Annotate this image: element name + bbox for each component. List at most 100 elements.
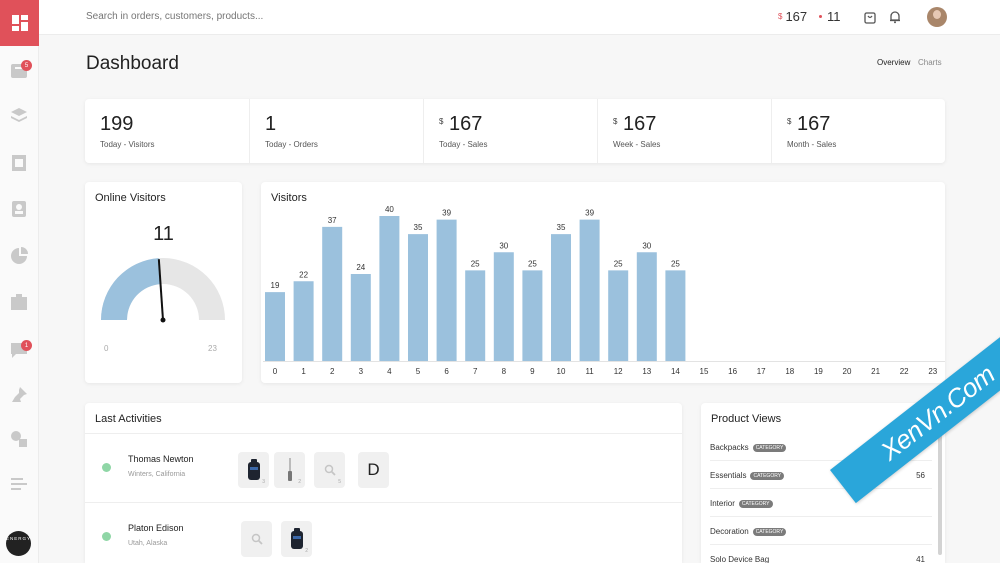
stat-currency: $: [787, 117, 792, 126]
category-badge: CATEGORY: [752, 528, 787, 536]
activity-row[interactable]: Thomas Newton Winters, California 3 2 5 …: [85, 434, 682, 503]
list-item[interactable]: Decoration CATEGORY: [710, 517, 932, 545]
bar-value-label: 24: [356, 263, 365, 272]
visitors-chart: 19 0 22 1 37 2 24 3 40 4 35 5 39 6 25 7 30 8 25 9 35 10 39 11 25…: [263, 205, 945, 376]
extensions-icon[interactable]: [10, 430, 28, 448]
brand-avatar[interactable]: ENERGY: [6, 531, 31, 556]
orders-dot-icon: [819, 15, 822, 18]
catalog-icon[interactable]: [10, 154, 28, 172]
visitors-card: Visitors 19 0 22 1 37 2 24 3 40 4 35 5 39 6 25 7 30 8 25 9 3…: [261, 182, 945, 383]
search-thumbnail[interactable]: [241, 521, 272, 557]
x-tick-label: 3: [359, 367, 364, 376]
online-visitors-card: Online Visitors 11 0 23: [85, 182, 242, 383]
tab-overview[interactable]: Overview: [877, 58, 910, 67]
bar-value-label: 25: [528, 259, 537, 268]
card-title: Product Views: [711, 413, 782, 425]
activity-name: Thomas Newton: [128, 454, 194, 464]
bar-value-label: 39: [442, 209, 451, 218]
letter-thumbnail[interactable]: D: [358, 452, 389, 488]
stat-label: Today - Visitors: [100, 140, 155, 149]
bar-value-label: 25: [471, 259, 480, 268]
bell-icon[interactable]: [888, 10, 902, 24]
user-avatar[interactable]: [927, 7, 947, 27]
menu-icon[interactable]: [10, 475, 28, 493]
x-tick-label: 0: [273, 367, 278, 376]
stat-label: Month - Sales: [787, 140, 837, 149]
bar: [493, 252, 514, 361]
search-icon: [251, 533, 263, 545]
scrollbar[interactable]: [938, 435, 942, 555]
bag-thumbnail[interactable]: 3: [238, 452, 269, 488]
bar: [608, 270, 629, 361]
bar-value-label: 37: [328, 216, 337, 225]
x-tick-label: 18: [785, 367, 794, 376]
search-input[interactable]: [86, 11, 346, 22]
orders-total[interactable]: 11: [819, 9, 841, 24]
bag-icon: [247, 459, 260, 480]
thumb-count: 3: [262, 479, 265, 485]
layers-icon[interactable]: [10, 107, 28, 125]
list-item[interactable]: Solo Device Bag 41: [710, 545, 932, 563]
x-tick-label: 11: [585, 367, 594, 376]
search-thumbnail[interactable]: 5: [314, 452, 345, 488]
stat-value: 167: [449, 113, 483, 135]
promotions-icon[interactable]: [10, 293, 28, 311]
list-item[interactable]: Interior CATEGORY: [710, 489, 932, 517]
category-badge: CATEGORY: [752, 444, 787, 452]
thumb-count: 5: [338, 479, 341, 485]
bar-value-label: 39: [585, 209, 594, 218]
sales-total-value: 167: [785, 9, 808, 24]
x-tick-label: 16: [728, 367, 737, 376]
activity-row[interactable]: Platon Edison Utah, Alaska 2: [85, 503, 682, 563]
stat-orders[interactable]: 1 Today - Orders: [250, 99, 424, 163]
stat-value: 167: [623, 113, 657, 135]
x-tick-label: 20: [843, 367, 852, 376]
contacts-icon[interactable]: [10, 200, 28, 218]
category-badge: CATEGORY: [738, 500, 773, 508]
thumb-count: 2: [298, 479, 301, 485]
x-tick-label: 7: [473, 367, 478, 376]
bar: [408, 234, 428, 361]
bar-value-label: 30: [642, 241, 651, 250]
dashboard-logo[interactable]: [0, 0, 39, 46]
x-tick-label: 17: [757, 367, 766, 376]
tab-charts[interactable]: Charts: [918, 58, 942, 67]
bar: [551, 234, 571, 361]
reports-icon[interactable]: [10, 247, 28, 265]
product-name: Decoration: [710, 527, 749, 536]
x-tick-label: 22: [900, 367, 909, 376]
stat-today-sales[interactable]: $ 167 Today - Sales: [424, 99, 598, 163]
cart-icon[interactable]: [863, 10, 877, 24]
x-tick-label: 21: [871, 367, 880, 376]
online-status-dot: [102, 532, 111, 541]
bar: [465, 270, 486, 361]
stat-value: 199: [100, 113, 134, 135]
x-tick-label: 6: [444, 367, 449, 376]
last-activities-card: Last Activities Thomas Newton Winters, C…: [85, 403, 682, 563]
sales-total[interactable]: $167: [778, 9, 807, 24]
bar-value-label: 30: [499, 241, 508, 250]
x-tick-label: 10: [557, 367, 566, 376]
bag-thumbnail[interactable]: 2: [281, 521, 312, 557]
x-tick-label: 15: [700, 367, 709, 376]
stat-month-sales[interactable]: $ 167 Month - Sales: [772, 99, 945, 163]
pin-icon[interactable]: [10, 386, 28, 404]
bar-value-label: 35: [414, 223, 423, 232]
x-tick-label: 9: [530, 367, 535, 376]
view-count: 41: [916, 555, 925, 563]
bar: [322, 226, 343, 361]
stat-week-sales[interactable]: $ 167 Week - Sales: [598, 99, 772, 163]
card-title: Online Visitors: [95, 192, 166, 204]
page-title: Dashboard: [86, 53, 179, 74]
gauge-fill: [101, 258, 161, 320]
bar-value-label: 35: [557, 223, 566, 232]
sidebar: 5 1 ENERGY: [0, 0, 39, 563]
bar: [379, 216, 400, 361]
tool-thumbnail[interactable]: 2: [274, 452, 305, 488]
stat-visitors[interactable]: 199 Today - Visitors: [85, 99, 250, 163]
x-tick-label: 4: [387, 367, 392, 376]
gauge: [101, 258, 225, 323]
online-status-dot: [102, 463, 111, 472]
x-tick-label: 1: [301, 367, 306, 376]
bar: [522, 270, 543, 361]
